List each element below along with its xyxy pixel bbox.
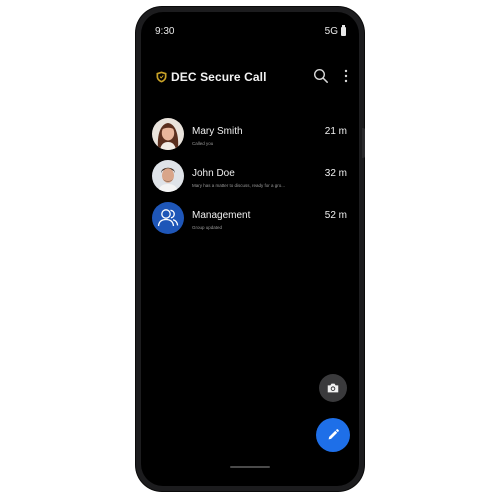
search-icon[interactable] (313, 68, 329, 84)
network-label: 5G (324, 26, 338, 37)
status-bar: 9:30 5G (141, 25, 359, 40)
contact-name: John Doe (192, 168, 235, 179)
group-icon (157, 209, 179, 227)
more-options-icon[interactable] (341, 68, 351, 84)
avatar (152, 202, 184, 234)
contact-name: Management (192, 210, 251, 221)
pencil-icon (328, 429, 339, 440)
camera-icon (327, 383, 339, 393)
conversation-row[interactable]: John Doe Mary has a matter to discuss, r… (141, 160, 359, 202)
message-preview: Mary has a matter to discuss, ready for … (192, 183, 286, 188)
contact-name: Mary Smith (192, 126, 243, 137)
app-title: DEC Secure Call (171, 70, 267, 84)
power-button (362, 128, 365, 158)
battery-icon (341, 25, 346, 36)
shield-logo-icon (156, 71, 167, 83)
app-bar: DEC Secure Call (141, 68, 359, 88)
message-preview: Called you (192, 141, 214, 146)
avatar (152, 118, 184, 150)
message-preview: Group updated (192, 225, 223, 230)
message-time: 52 m (324, 210, 347, 221)
avatar (152, 160, 184, 192)
message-time: 21 m (324, 126, 347, 137)
camera-button[interactable] (319, 374, 347, 402)
home-indicator[interactable] (230, 466, 270, 468)
status-time: 9:30 (155, 26, 175, 37)
status-indicators: 5G (324, 25, 346, 37)
screen: 9:30 5G DEC Secure Call Mary Smith Calle… (141, 12, 359, 486)
conversation-row[interactable]: Mary Smith Called you 21 m (141, 118, 359, 160)
compose-button[interactable] (316, 418, 350, 452)
message-time: 32 m (324, 168, 347, 179)
conversation-row[interactable]: Management Group updated 52 m (141, 202, 359, 244)
conversation-list: Mary Smith Called you 21 m John Doe Mary… (141, 118, 359, 244)
